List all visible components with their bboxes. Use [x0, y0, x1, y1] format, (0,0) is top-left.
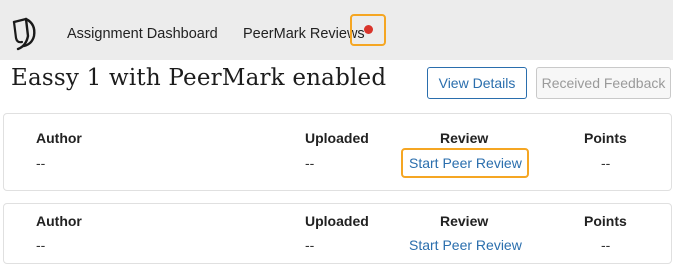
start-peer-review-link[interactable]: Start Peer Review	[409, 237, 522, 253]
turnitin-logo-icon[interactable]	[10, 16, 40, 52]
nav-assignment-dashboard[interactable]: Assignment Dashboard	[67, 26, 218, 42]
review-card: Author Uploaded Review Points -- -- Star…	[3, 113, 672, 191]
column-header-author: Author	[36, 130, 82, 146]
author-value: --	[36, 155, 46, 171]
column-header-points: Points	[584, 130, 627, 146]
column-header-review: Review	[440, 130, 489, 146]
column-header-author: Author	[36, 213, 82, 229]
uploaded-value: --	[305, 237, 315, 253]
author-value: --	[36, 237, 46, 253]
column-header-review: Review	[440, 213, 489, 229]
points-value: --	[601, 237, 611, 253]
points-value: --	[601, 155, 611, 171]
start-peer-review-link[interactable]: Start Peer Review	[409, 155, 522, 171]
page-title: Eassy 1 with PeerMark enabled	[11, 65, 387, 91]
column-header-points: Points	[584, 213, 627, 229]
view-details-button[interactable]: View Details	[427, 67, 527, 99]
nav-peermark-reviews[interactable]: PeerMark Reviews	[243, 26, 365, 42]
uploaded-value: --	[305, 155, 315, 171]
review-card: Author Uploaded Review Points -- -- Star…	[3, 203, 672, 264]
top-navbar: Assignment Dashboard PeerMark Reviews	[0, 0, 673, 60]
column-header-uploaded: Uploaded	[305, 213, 369, 229]
notification-dot-icon	[364, 25, 373, 34]
received-feedback-button[interactable]: Received Feedback	[536, 67, 671, 99]
column-header-uploaded: Uploaded	[305, 130, 369, 146]
